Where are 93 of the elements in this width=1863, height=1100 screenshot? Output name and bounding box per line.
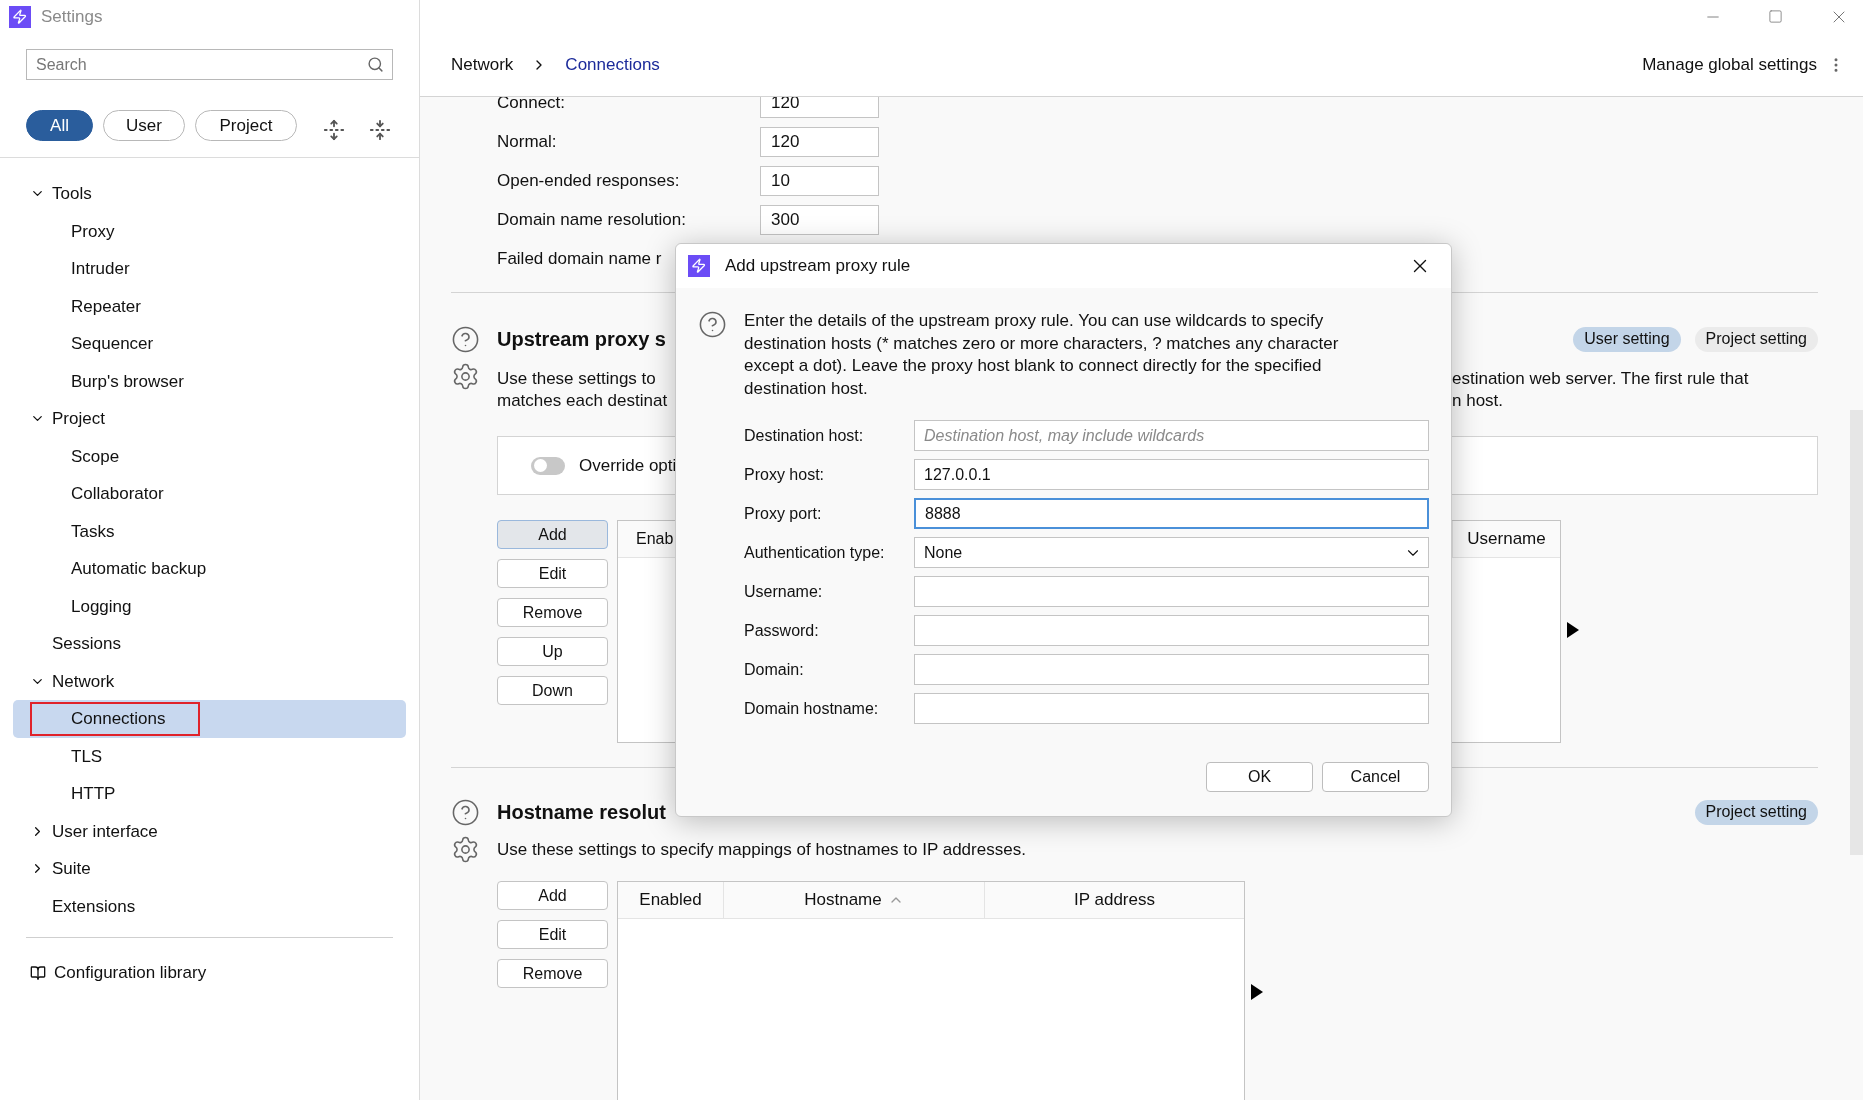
dialog-intro-text: Enter the details of the upstream proxy rule. You can use wildcards to specify destination hosts (* matches zero or more characters, ? matches any character except a dot). Leave the proxy host blank to connect directly for the specified destination host. (744, 310, 1340, 400)
text-field[interactable] (914, 576, 1429, 607)
tree-item[interactable]: Extensions (13, 887, 406, 925)
tree-item[interactable]: Project (13, 400, 406, 438)
column-header[interactable]: IP address (984, 882, 1244, 918)
gear-icon[interactable] (451, 835, 480, 864)
tree-item[interactable]: Sequencer (13, 325, 406, 363)
tree-item[interactable]: Automatic backup (13, 550, 406, 588)
timeout-label: Normal: (497, 131, 557, 151)
action-button[interactable]: Edit (497, 559, 608, 588)
gear-icon[interactable] (451, 362, 480, 391)
dialog-button[interactable]: Cancel (1322, 762, 1429, 792)
breadcrumb-current: Connections (565, 53, 660, 76)
field-label: Username: (744, 581, 824, 602)
tree-item[interactable]: HTTP (13, 775, 406, 813)
description-text: Use these settings to (497, 368, 656, 390)
app-logo-icon (9, 5, 31, 28)
timeout-label: Open-ended responses: (497, 170, 680, 190)
tree-item[interactable]: Scope (13, 437, 406, 475)
filter-pill[interactable]: Project (195, 110, 297, 141)
timeout-field[interactable]: 120 (760, 126, 879, 157)
expand-all-icon[interactable] (323, 119, 345, 141)
section-title: Hostname resolut (497, 800, 666, 825)
timeout-field[interactable]: 300 (760, 204, 879, 235)
field-label: Authentication type: (744, 542, 886, 563)
action-button[interactable]: Add (497, 881, 608, 910)
tree-item[interactable]: Collaborator (13, 475, 406, 513)
action-button[interactable]: Up (497, 637, 608, 666)
override-label: Override opti (579, 454, 677, 477)
tree-item[interactable]: Tasks (13, 512, 406, 550)
configuration-library-link[interactable]: Configuration library (30, 960, 207, 986)
action-button[interactable]: Remove (497, 598, 608, 627)
scroll-right-arrow-icon[interactable] (1251, 984, 1263, 1000)
field-label: Proxy host: (744, 464, 826, 485)
search-icon[interactable] (367, 56, 384, 73)
scope-badge[interactable]: Project setting (1694, 799, 1818, 825)
timeout-field[interactable]: 10 (760, 165, 879, 196)
timeout-label: Domain name resolution: (497, 209, 686, 229)
tree-item[interactable]: Repeater (13, 287, 406, 325)
collapse-all-icon[interactable] (369, 119, 391, 141)
tree-item[interactable]: User interface (13, 812, 406, 850)
text-field[interactable]: 8888 (914, 498, 1429, 529)
toggle-switch[interactable] (531, 456, 565, 475)
authentication-type-dropdown[interactable]: None (914, 537, 1429, 568)
scope-badge[interactable]: User setting (1573, 326, 1681, 352)
field-label: Proxy port: (744, 503, 823, 524)
tree-item[interactable]: Network (13, 662, 406, 700)
field-label: Password: (744, 620, 820, 641)
tree-item[interactable]: Logging (13, 587, 406, 625)
help-icon[interactable] (451, 797, 480, 827)
dialog-button[interactable]: OK (1206, 762, 1313, 792)
app-logo-icon (688, 255, 710, 277)
action-button[interactable]: Down (497, 676, 608, 705)
tree-item[interactable]: Burp's browser (13, 362, 406, 400)
tree-item[interactable]: Connections (13, 700, 406, 738)
text-field[interactable]: 127.0.0.1 (914, 459, 1429, 490)
text-field[interactable] (914, 654, 1429, 685)
description-text: matches each destinat (497, 390, 668, 412)
text-field[interactable]: Destination host, may include wildcards (914, 420, 1429, 451)
tree-item[interactable]: TLS (13, 737, 406, 775)
timeout-label: Failed domain name r (497, 248, 662, 268)
filter-pill[interactable]: All (26, 110, 93, 141)
description-text: estination web server. The first rule that (1452, 368, 1749, 390)
filter-pill[interactable]: User (103, 110, 185, 141)
tree-item[interactable]: Suite (13, 850, 406, 888)
window-title: Settings (41, 5, 103, 28)
tree-item[interactable]: Intruder (13, 250, 406, 288)
tree-item[interactable]: Sessions (13, 625, 406, 663)
description-text: n host. (1452, 390, 1504, 412)
section-title: Upstream proxy s (497, 327, 666, 352)
action-button[interactable]: Edit (497, 920, 608, 949)
dialog-title: Add upstream proxy rule (725, 255, 911, 278)
scroll-right-arrow-icon[interactable] (1567, 622, 1579, 638)
field-label: Destination host: (744, 425, 865, 446)
tree-item[interactable]: Proxy (13, 212, 406, 250)
column-header[interactable]: Enabled (618, 882, 723, 918)
manage-global-settings-link[interactable]: Manage global settings (1642, 51, 1817, 78)
action-button[interactable]: Add (497, 520, 608, 549)
column-header[interactable]: Enab (636, 527, 674, 551)
book-icon (30, 964, 46, 981)
text-field[interactable] (914, 693, 1429, 724)
search-field[interactable]: Search (26, 49, 393, 80)
help-icon[interactable] (698, 310, 727, 339)
field-label: Domain: (744, 659, 805, 680)
action-button[interactable]: Remove (497, 959, 608, 988)
tree-item[interactable]: Tools (13, 175, 406, 213)
breadcrumb-link[interactable]: Network (451, 51, 514, 78)
scope-badge[interactable]: Project setting (1694, 326, 1818, 352)
field-label: Domain hostname: (744, 698, 880, 719)
text-field[interactable] (914, 615, 1429, 646)
help-icon[interactable] (451, 324, 480, 354)
description-text: Use these settings to specify mappings of hostnames to IP addresses. (497, 838, 1026, 861)
column-header[interactable]: Hostname (723, 882, 984, 918)
